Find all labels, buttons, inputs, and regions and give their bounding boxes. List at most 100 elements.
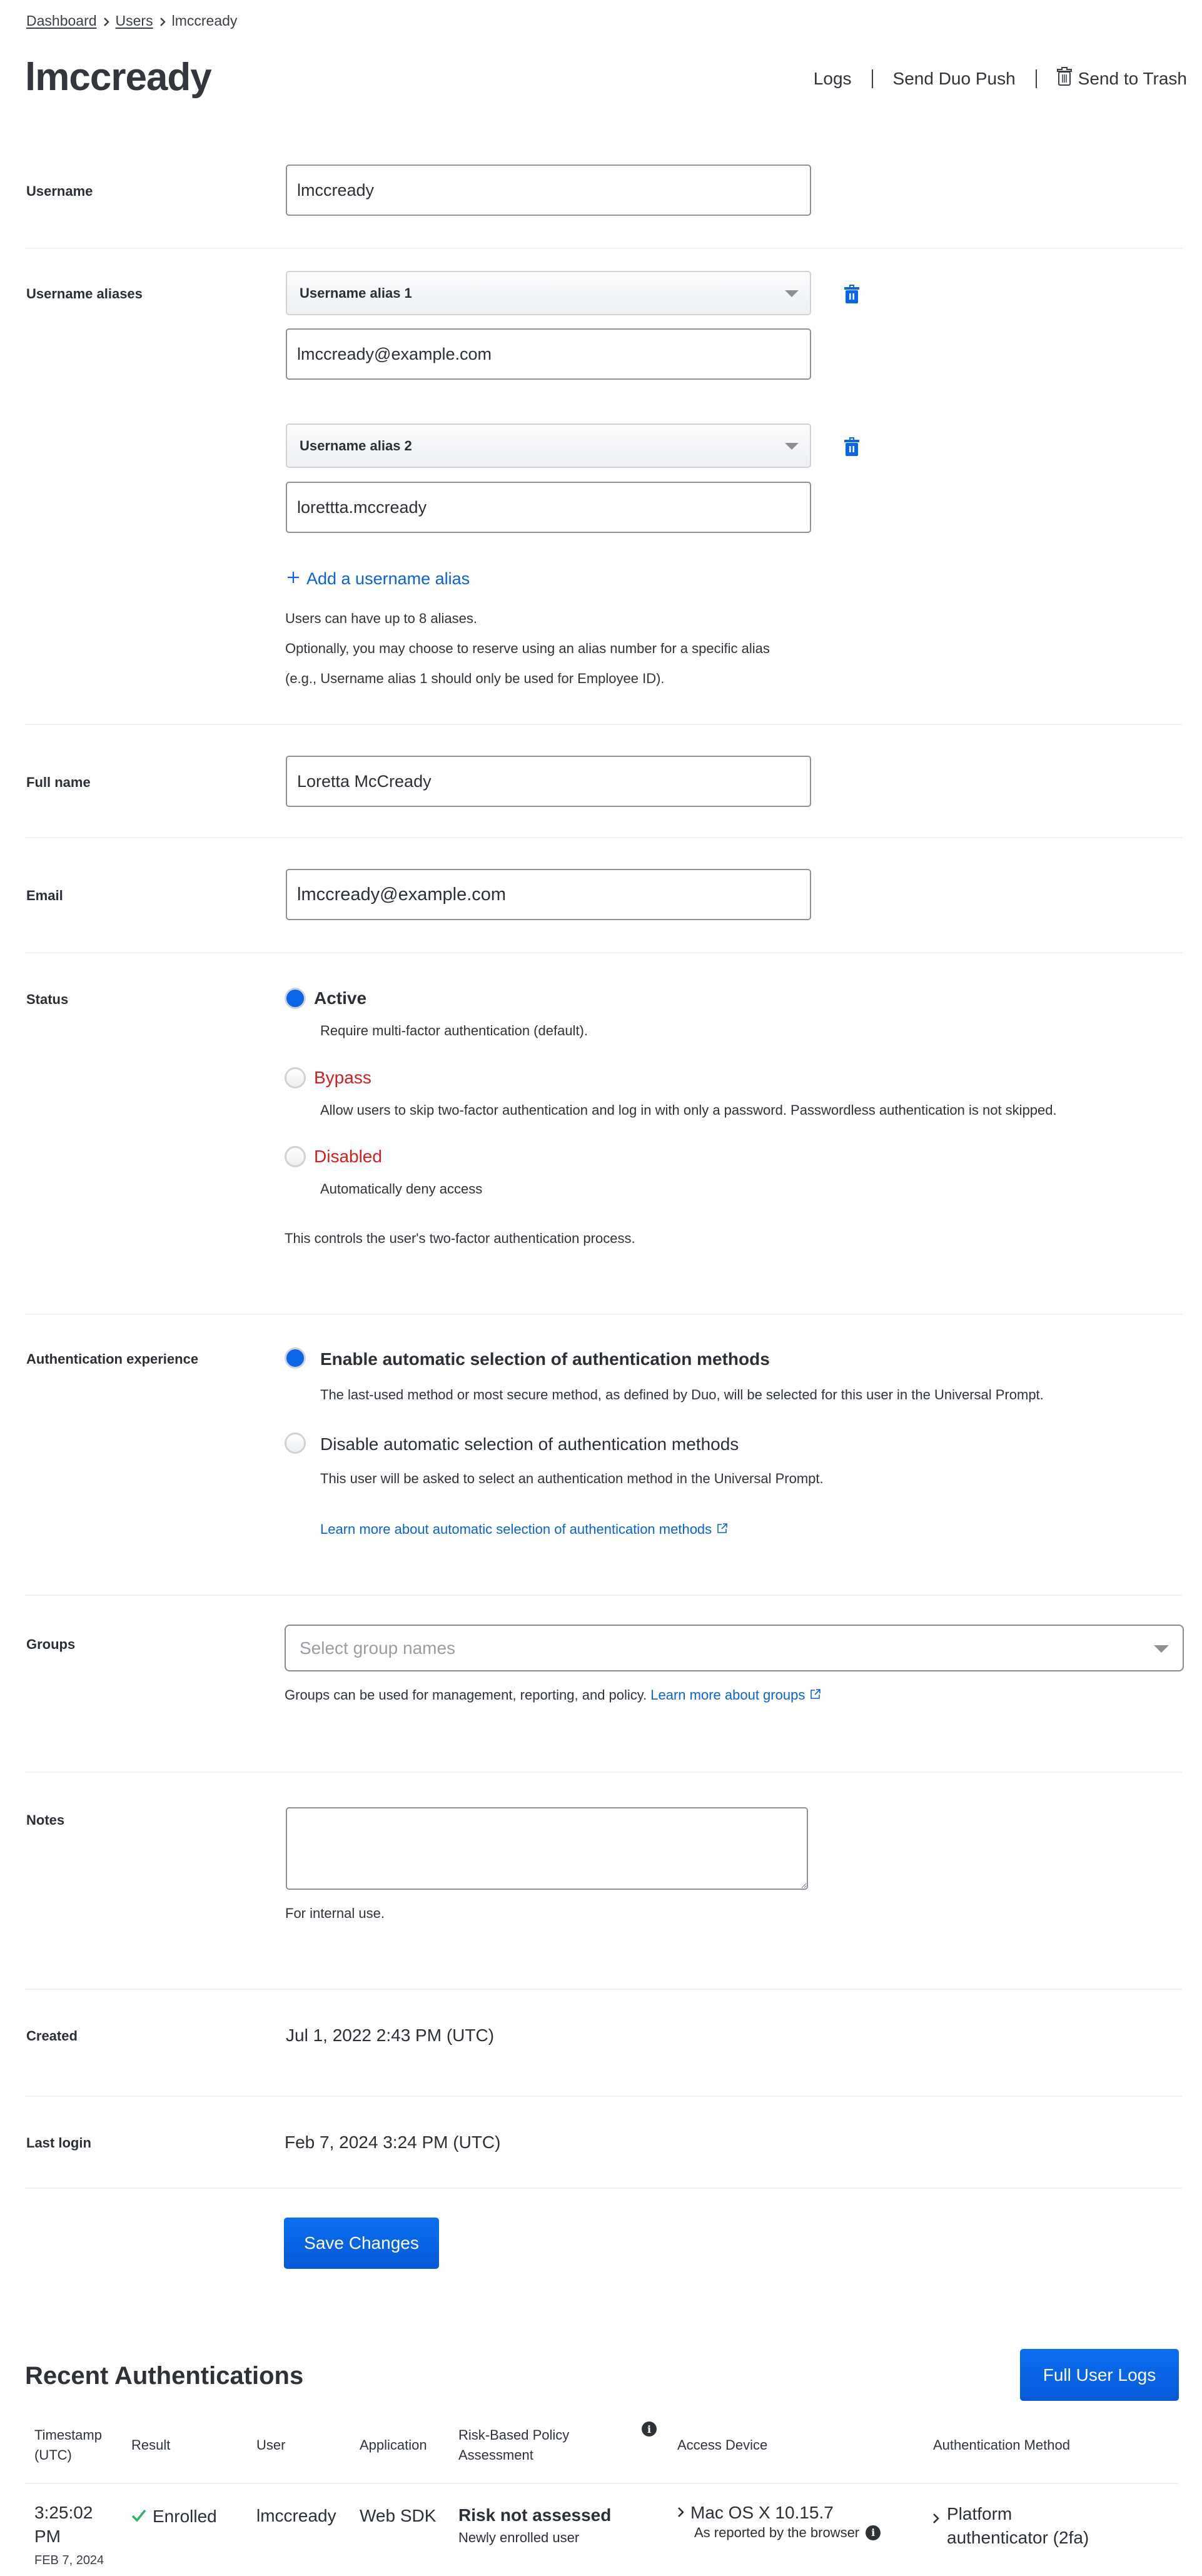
row-user-link[interactable]: lmccready	[256, 2504, 336, 2528]
status-active-desc: Require multi-factor authentication (def…	[320, 1023, 588, 1038]
row-method: Platform authenticator (2fa)	[947, 2504, 1089, 2547]
row-risk-detail: Newly enrolled user	[458, 2530, 580, 2545]
learn-more-auto-selection-link[interactable]: Learn more about automatic selection of …	[320, 1521, 728, 1538]
auth-disable-auto-radio[interactable]	[285, 1433, 306, 1454]
groups-help: Groups can be used for management, repor…	[285, 1687, 821, 1703]
divider	[25, 837, 1182, 838]
row-device: Mac OS X 10.15.7	[690, 2503, 834, 2522]
divider	[25, 2483, 1179, 2484]
divider	[1035, 69, 1037, 88]
send-to-trash-button[interactable]: Send to Trash	[1056, 66, 1187, 91]
auth-disable-auto-desc: This user will be asked to select an aut…	[320, 1471, 824, 1486]
col-risk: Risk-Based Policy Assessment	[458, 2427, 570, 2463]
trash-icon	[1056, 66, 1072, 91]
created-label: Created	[26, 2028, 78, 2044]
auth-enable-auto-label: Enable automatic selection of authentica…	[320, 1349, 770, 1369]
external-link-icon	[810, 1687, 821, 1703]
divider	[25, 2096, 1182, 2097]
alias-1-slot-select[interactable]: Username alias 1	[286, 271, 811, 315]
col-application: Application	[360, 2437, 427, 2453]
notes-help: For internal use.	[285, 1905, 385, 1921]
page-title: lmccready	[25, 56, 212, 99]
row-result: Enrolled	[131, 2505, 217, 2528]
col-timestamp: Timestamp (UTC)	[34, 2427, 102, 2463]
row-application-link[interactable]: Web SDK	[360, 2504, 436, 2528]
divider	[25, 1989, 1182, 1990]
status-bypass-label: Bypass	[314, 1068, 371, 1087]
chevron-right-icon	[97, 13, 116, 29]
divider	[25, 724, 1182, 725]
add-username-alias-label: Add a username alias	[306, 569, 470, 588]
alias-2-slot-value: Username alias 2	[300, 437, 412, 454]
delete-alias-1-trash-icon[interactable]	[843, 284, 861, 304]
col-result: Result	[131, 2437, 171, 2453]
dropdown-arrow-icon	[1154, 1645, 1169, 1653]
email-input[interactable]	[286, 869, 811, 920]
row-device-note: As reported by the browser i	[694, 2523, 881, 2542]
row-method-expander[interactable]: Platform authenticator (2fa)	[932, 2502, 1182, 2550]
dropdown-arrow-icon	[785, 290, 799, 297]
aliases-help-3: (e.g., Username alias 1 should only be u…	[285, 671, 665, 686]
breadcrumb: Dashboard Users lmccready	[26, 13, 237, 29]
status-active-radio[interactable]	[285, 988, 306, 1009]
alias-2-slot-select[interactable]: Username alias 2	[286, 423, 811, 468]
check-icon	[131, 2505, 146, 2528]
auth-enable-auto-radio[interactable]	[285, 1347, 306, 1369]
full-name-input[interactable]	[286, 756, 811, 807]
status-bypass-desc: Allow users to skip two-factor authentic…	[320, 1102, 1057, 1118]
row-risk: Risk not assessed	[458, 2505, 612, 2525]
breadcrumb-current: lmccready	[171, 13, 238, 29]
save-changes-button[interactable]: Save Changes	[284, 2218, 439, 2269]
chevron-right-icon	[153, 13, 172, 29]
status-disabled-label: Disabled	[314, 1147, 382, 1166]
logs-link[interactable]: Logs	[814, 69, 852, 89]
last-login-value: Feb 7, 2024 3:24 PM (UTC)	[285, 2132, 501, 2152]
status-bypass-radio[interactable]	[285, 1067, 306, 1088]
recent-authentications-title: Recent Authentications	[25, 2362, 304, 2390]
alias-2-input[interactable]	[286, 482, 811, 533]
add-username-alias-link[interactable]: Add a username alias	[286, 569, 470, 589]
status-disabled-desc: Automatically deny access	[320, 1181, 483, 1197]
status-disabled-radio[interactable]	[285, 1146, 306, 1167]
full-name-label: Full name	[26, 774, 91, 790]
learn-more-groups-link[interactable]: Learn more about groups	[650, 1687, 821, 1703]
send-duo-push-link[interactable]: Send Duo Push	[893, 69, 1016, 89]
device-info-icon[interactable]: i	[866, 2525, 881, 2540]
notes-label: Notes	[26, 1812, 65, 1828]
col-user: User	[256, 2437, 286, 2453]
username-input[interactable]	[286, 165, 811, 216]
row-device-note-text: As reported by the browser	[694, 2525, 860, 2540]
divider	[25, 1595, 1182, 1596]
alias-1-slot-value: Username alias 1	[300, 285, 412, 301]
divider	[25, 1772, 1182, 1773]
aliases-help-1: Users can have up to 8 aliases.	[285, 611, 477, 626]
alias-1-input[interactable]	[286, 328, 811, 380]
username-label: Username	[26, 183, 93, 199]
row-date: FEB 7, 2024	[34, 2553, 104, 2567]
divider	[25, 952, 1182, 953]
row-device-expander[interactable]: Mac OS X 10.15.7	[677, 2501, 834, 2525]
full-user-logs-button[interactable]: Full User Logs	[1020, 2349, 1179, 2401]
breadcrumb-dashboard[interactable]: Dashboard	[26, 13, 97, 29]
status-help: This controls the user's two-factor auth…	[285, 1230, 635, 1246]
groups-help-text: Groups can be used for management, repor…	[285, 1687, 647, 1703]
status-label: Status	[26, 991, 69, 1007]
status-active-label: Active	[314, 988, 367, 1008]
row-time: 3:25:02 PM	[34, 2503, 93, 2546]
divider	[25, 248, 1182, 249]
groups-select[interactable]: Select group names	[285, 1625, 1184, 1671]
col-auth-method: Authentication Method	[933, 2437, 1070, 2453]
notes-textarea[interactable]	[286, 1807, 808, 1890]
learn-more-groups-label: Learn more about groups	[650, 1687, 806, 1703]
risk-info-icon[interactable]: i	[642, 2421, 657, 2437]
divider	[25, 1314, 1182, 1315]
divider	[871, 69, 873, 88]
breadcrumb-users[interactable]: Users	[116, 13, 153, 29]
plus-icon	[286, 569, 300, 589]
last-login-label: Last login	[26, 2135, 91, 2151]
learn-more-auto-selection-label: Learn more about automatic selection of …	[320, 1521, 712, 1537]
dropdown-arrow-icon	[785, 442, 799, 450]
col-access-device: Access Device	[677, 2437, 768, 2453]
delete-alias-2-trash-icon[interactable]	[843, 437, 861, 457]
groups-placeholder: Select group names	[300, 1638, 456, 1658]
